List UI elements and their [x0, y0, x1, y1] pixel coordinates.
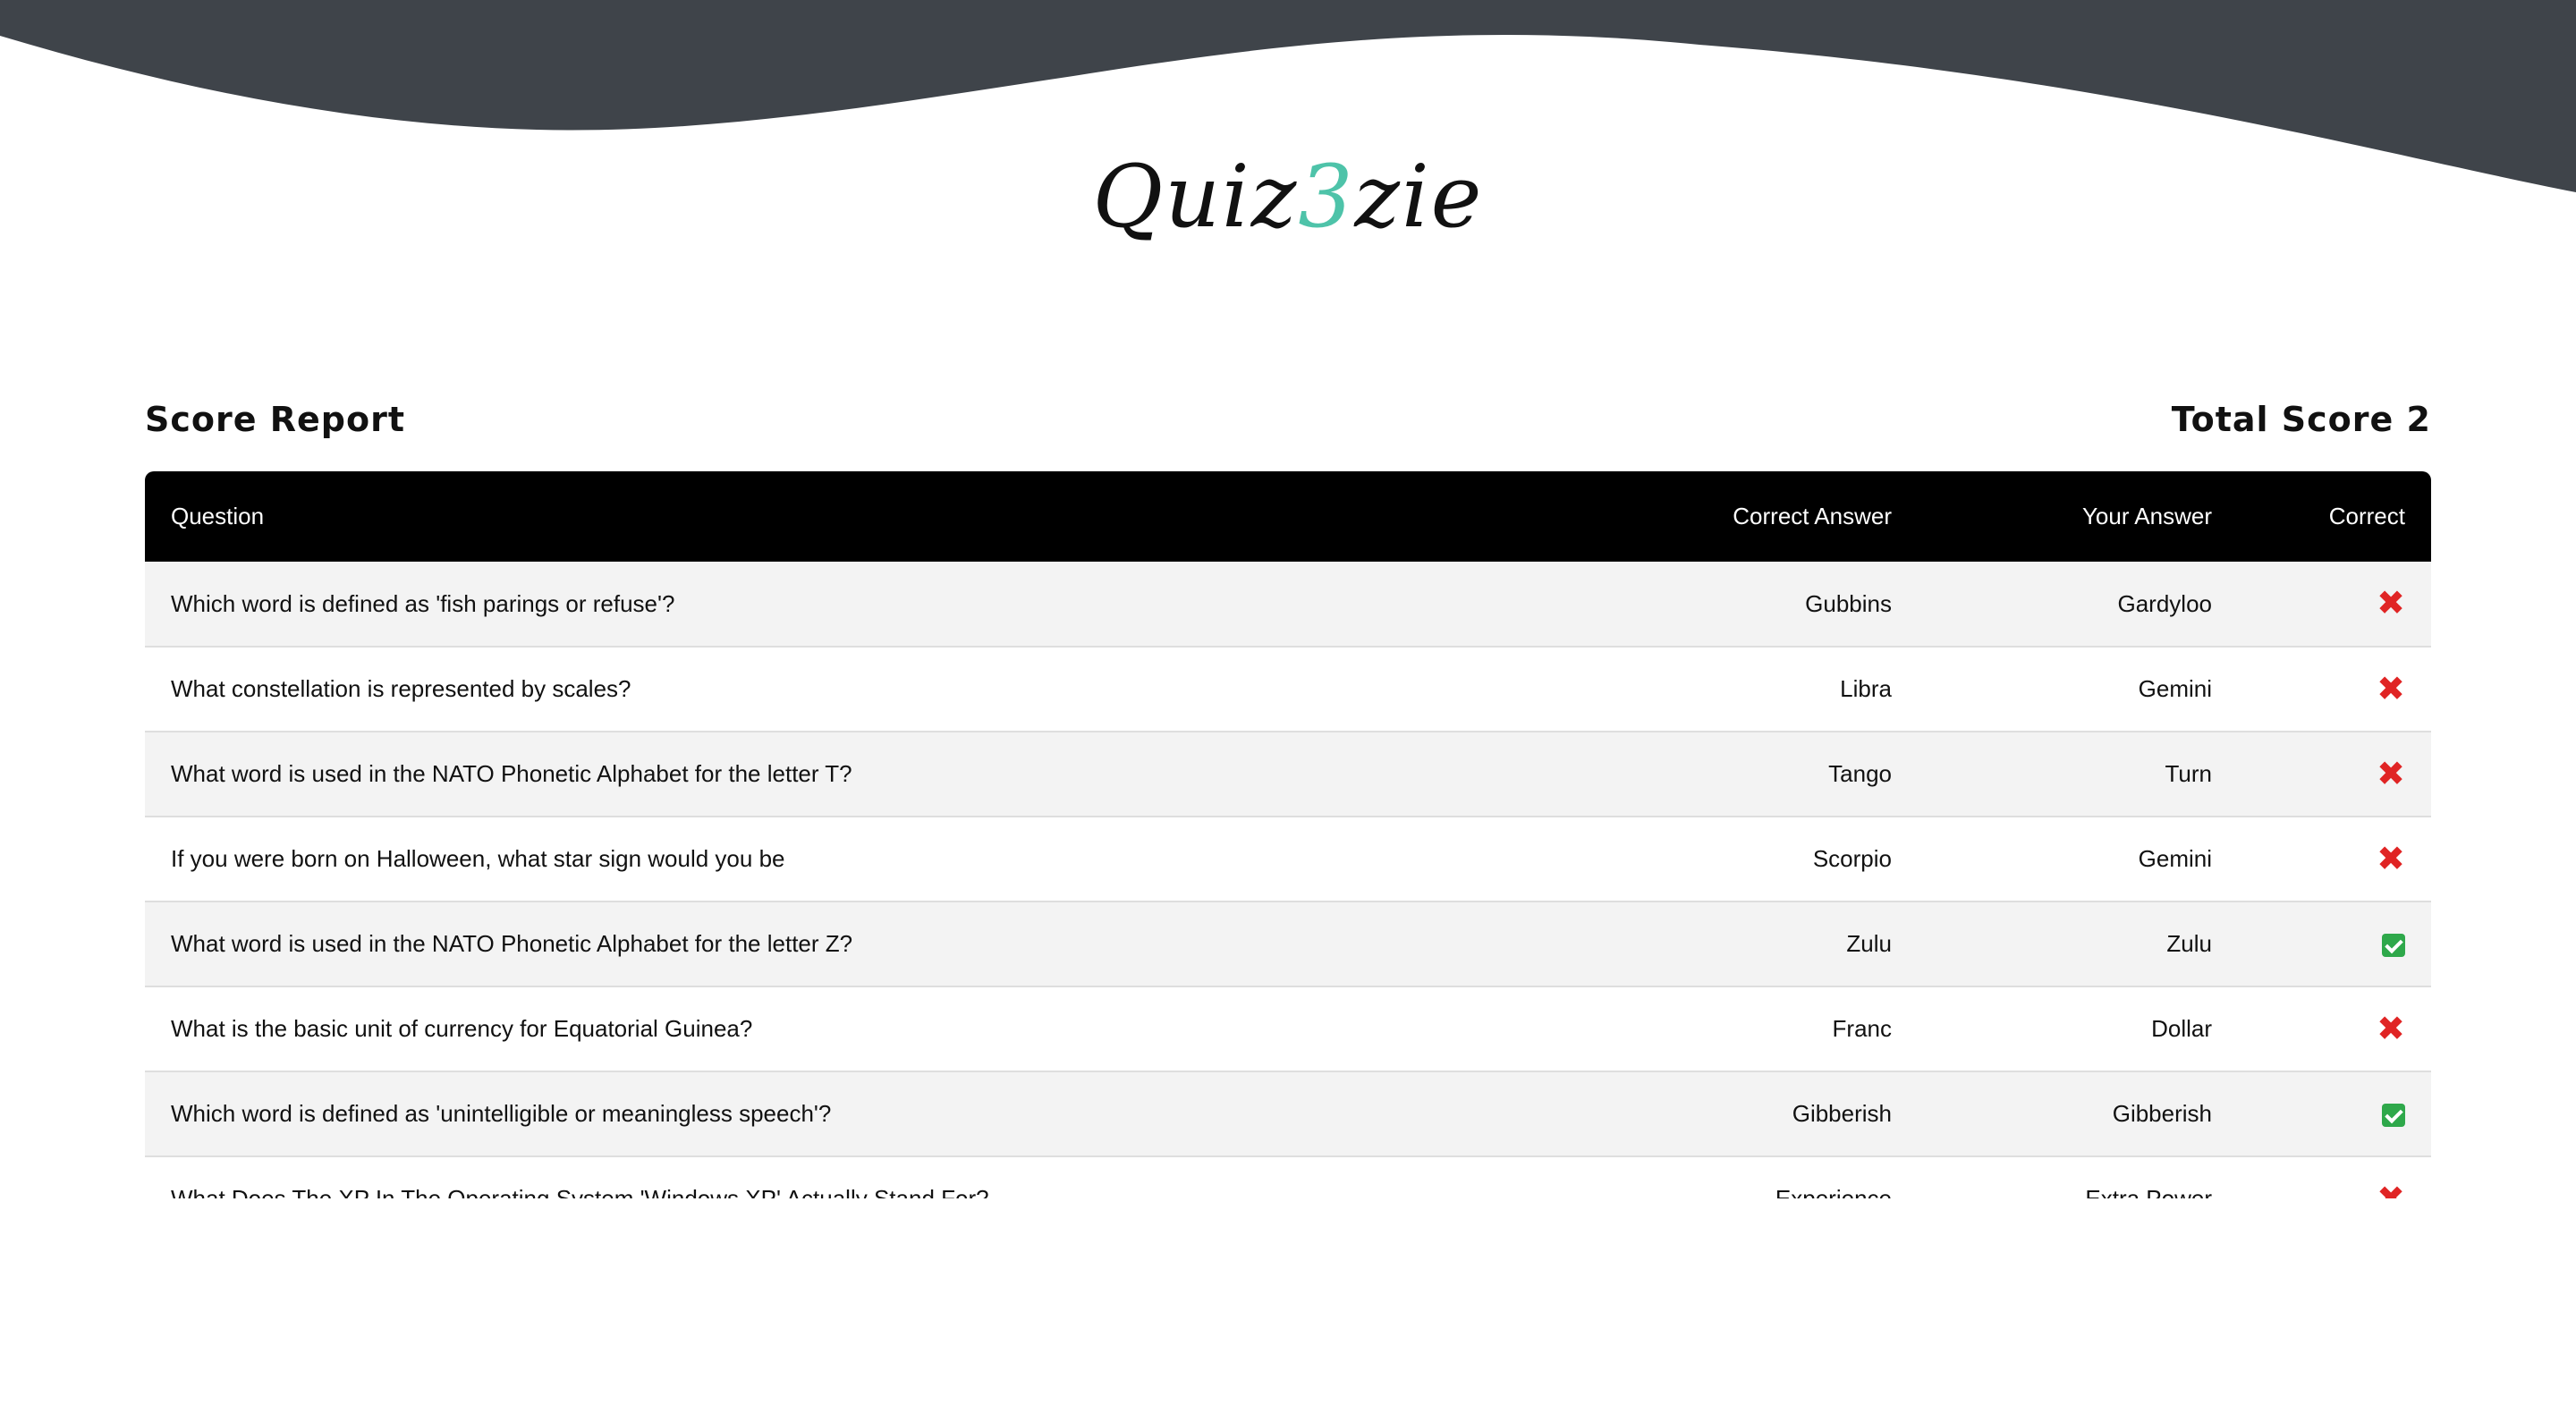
question-cell: What word is used in the NATO Phonetic A… — [171, 760, 852, 787]
your-answer-cell: Turn — [2165, 760, 2213, 787]
result-cell: ✖ — [2238, 562, 2431, 647]
question-cell: Which word is defined as 'unintelligible… — [171, 1100, 832, 1127]
correct-answer-cell: Gubbins — [1805, 589, 1892, 617]
correct-answer-cell: Zulu — [1846, 930, 1892, 957]
your-answer-cell: Gemini — [2138, 845, 2212, 872]
question-cell: If you were born on Halloween, what star… — [171, 845, 785, 872]
your-answer-cell: Gardyloo — [2117, 589, 2213, 617]
page-title: Score Report — [145, 400, 405, 439]
score-table: Question Correct Answer Your Answer Corr… — [145, 471, 2431, 1198]
table-row: If you were born on Halloween, what star… — [145, 817, 2431, 901]
table-row: What constellation is represented by sca… — [145, 647, 2431, 732]
table-row: Which word is defined as 'fish parings o… — [145, 562, 2431, 647]
table-header-row: Question Correct Answer Your Answer Corr… — [145, 471, 2431, 562]
correct-answer-cell: Franc — [1832, 1015, 1892, 1042]
cross-icon: ✖ — [2377, 1182, 2405, 1199]
cross-icon: ✖ — [2377, 840, 2405, 878]
your-answer-cell: Dollar — [2151, 1015, 2212, 1042]
total-score: Total Score 2 — [2172, 392, 2431, 447]
table-row: What is the basic unit of currency for E… — [145, 986, 2431, 1071]
check-icon — [2382, 934, 2405, 958]
cross-icon: ✖ — [2377, 585, 2405, 622]
table-row: What Does The XP In The Operating System… — [145, 1156, 2431, 1198]
your-answer-cell: Zulu — [2166, 930, 2212, 957]
question-cell: What Does The XP In The Operating System… — [171, 1185, 989, 1198]
table-row: What word is used in the NATO Phonetic A… — [145, 901, 2431, 986]
cross-icon: ✖ — [2377, 755, 2405, 793]
quiz-results-page: Quiz3zie Score Report Total Score 2 Ques… — [0, 0, 2576, 1422]
result-cell: ✖ — [2238, 817, 2431, 901]
score-table-container[interactable]: Question Correct Answer Your Answer Corr… — [145, 471, 2431, 1198]
question-cell: What constellation is represented by sca… — [171, 675, 631, 702]
table-row: Which word is defined as 'unintelligible… — [145, 1071, 2431, 1156]
result-cell: ✖ — [2238, 986, 2431, 1071]
your-answer-cell: Gemini — [2138, 675, 2212, 702]
correct-answer-cell: Tango — [1828, 760, 1892, 787]
your-answer-cell: Extra Power — [2085, 1185, 2212, 1198]
column-header-correct-answer: Correct Answer — [1733, 503, 1892, 529]
check-icon — [2382, 1104, 2405, 1128]
result-cell — [2238, 901, 2431, 986]
table-row: What word is used in the NATO Phonetic A… — [145, 732, 2431, 817]
total-score-value: 2 — [2406, 400, 2431, 439]
correct-answer-cell: Experience — [1775, 1185, 1892, 1198]
correct-answer-cell: Libra — [1840, 675, 1892, 702]
your-answer-cell: Gibberish — [2112, 1100, 2212, 1127]
cross-icon: ✖ — [2377, 1010, 2405, 1048]
result-cell: ✖ — [2238, 647, 2431, 732]
correct-answer-cell: Scorpio — [1812, 845, 1892, 872]
question-cell: What is the basic unit of currency for E… — [171, 1015, 753, 1042]
column-header-correct: Correct — [2328, 503, 2405, 529]
correct-answer-cell: Gibberish — [1792, 1100, 1892, 1127]
total-score-label: Total Score — [2171, 400, 2394, 439]
column-header-question: Question — [171, 503, 265, 529]
report-header: Score Report Total Score 2 — [145, 392, 2431, 447]
question-cell: Which word is defined as 'fish parings o… — [171, 589, 675, 617]
cross-icon: ✖ — [2377, 670, 2405, 708]
result-cell: ✖ — [2238, 732, 2431, 817]
quizzie-logo[interactable]: Quiz3zie — [0, 134, 2576, 259]
result-cell — [2238, 1071, 2431, 1156]
question-cell: What word is used in the NATO Phonetic A… — [171, 930, 853, 957]
column-header-your-answer: Your Answer — [2081, 503, 2212, 529]
result-cell: ✖ — [2238, 1156, 2431, 1199]
